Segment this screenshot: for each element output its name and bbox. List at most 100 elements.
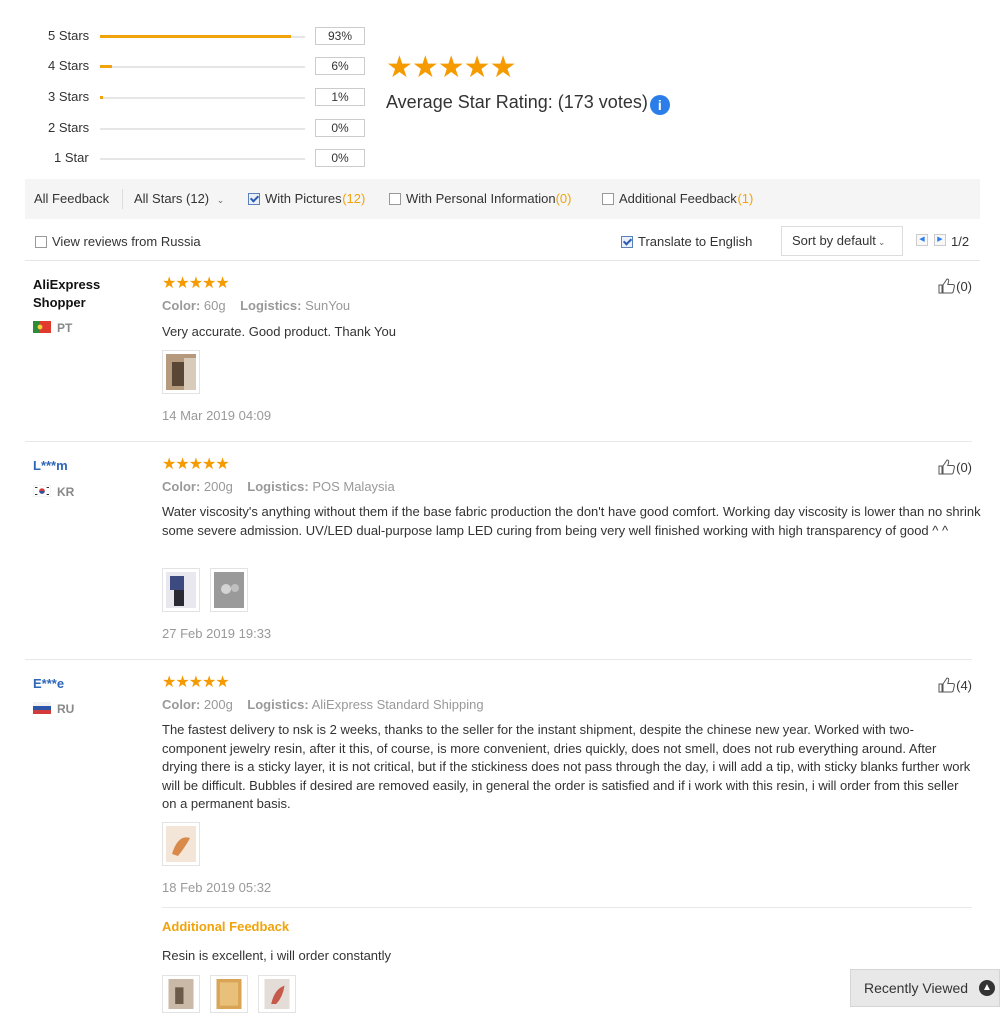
logistics-value: AliExpress Standard Shipping: [311, 697, 484, 712]
average-stars: ★★★★★: [386, 51, 516, 84]
view-russia-filter[interactable]: View reviews from Russia: [35, 234, 201, 249]
reviewer-country: RU: [33, 702, 74, 716]
country-code: KR: [57, 485, 75, 499]
histogram-fill: [100, 35, 291, 38]
translate-toggle[interactable]: Translate to English: [621, 234, 752, 249]
info-icon[interactable]: i: [649, 95, 670, 115]
view-russia-checkbox[interactable]: [35, 236, 47, 248]
histogram-label: 3 Stars: [48, 89, 90, 104]
personal-info-count: (0): [555, 191, 572, 206]
review-stars: ★★★★★: [162, 456, 230, 473]
histogram-row: 5 Stars 93%: [0, 26, 370, 46]
like-button[interactable]: (0): [938, 459, 972, 475]
like-button[interactable]: (0): [938, 278, 972, 294]
review-photo[interactable]: [162, 350, 200, 394]
review-date: 14 Mar 2019 04:09: [162, 408, 272, 423]
review-photo[interactable]: [162, 822, 200, 866]
review-photo[interactable]: [210, 568, 248, 612]
flag-kr-icon: [33, 485, 51, 497]
color-label: Color:: [162, 298, 201, 313]
translate-checkbox[interactable]: [621, 236, 633, 248]
review-stars: ★★★★★: [162, 674, 230, 691]
review-meta: Color: 60g Logistics: SunYou: [162, 298, 350, 313]
reviewer-country: PT: [33, 321, 72, 335]
review-date: 27 Feb 2019 19:33: [162, 626, 272, 641]
histogram-row: 2 Stars 0%: [0, 118, 370, 138]
sort-label: Sort by default: [792, 233, 876, 248]
translate-label: Translate to English: [638, 234, 753, 249]
histogram-percent: 1%: [315, 88, 365, 106]
with-pictures-label: With Pictures: [265, 191, 342, 206]
review-photo[interactable]: [162, 568, 200, 612]
like-count: (4): [956, 678, 972, 693]
histogram-label: 4 Stars: [48, 58, 90, 73]
star-filter-dropdown[interactable]: All Stars (12) ⌄: [134, 191, 224, 206]
histogram-fill: [100, 65, 113, 68]
average-label: Average Star Rating:: [386, 92, 553, 112]
histogram-row: 3 Stars 1%: [0, 87, 370, 107]
reviewer-name[interactable]: E***e: [33, 675, 123, 693]
color-label: Color:: [162, 697, 201, 712]
additional-feedback-checkbox[interactable]: [602, 193, 614, 205]
personal-info-filter[interactable]: With Personal Information(0): [389, 191, 571, 206]
logistics-label: Logistics:: [247, 479, 309, 494]
country-code: RU: [57, 702, 75, 716]
average-rating: Average Star Rating: (173 votes) i: [386, 92, 670, 115]
review-item: L***m KR ★★★★★ Color: 200g Logistics: PO…: [25, 456, 981, 652]
thumbs-up-icon: [938, 278, 956, 294]
photo-thumbnail: [166, 354, 196, 390]
review-text: Water viscosity's anything without them …: [162, 504, 981, 538]
histogram-percent: 0%: [315, 149, 365, 167]
divider: [122, 189, 123, 209]
review-photo[interactable]: [162, 975, 200, 1013]
color-label: Color:: [162, 479, 201, 494]
chevron-down-icon: ⌄: [877, 237, 886, 247]
review-photo[interactable]: [258, 975, 296, 1013]
histogram-row: 4 Stars 6%: [0, 56, 370, 76]
flag-pt-icon: [33, 321, 51, 333]
histogram-percent: 93%: [315, 27, 365, 45]
logistics-value: SunYou: [305, 298, 351, 313]
histogram-label: 1 Star: [54, 150, 89, 165]
review-toolbar: View reviews from Russia Translate to En…: [25, 222, 980, 261]
additional-feedback-filter[interactable]: Additional Feedback (1): [602, 191, 753, 206]
with-pictures-checkbox[interactable]: [248, 193, 260, 205]
photo-thumbnail: [166, 572, 196, 608]
recently-viewed-label: Recently Viewed: [864, 980, 969, 996]
additional-feedback-text: Resin is excellent, i will order constan…: [162, 948, 392, 963]
with-pictures-filter[interactable]: With Pictures (12): [248, 191, 365, 206]
logistics-label: Logistics:: [247, 697, 309, 712]
thumbs-up-icon: [938, 459, 956, 475]
prev-page-icon[interactable]: ◀: [916, 234, 928, 246]
review-item: AliExpress Shopper PT ★★★★★ Color: 60g L…: [25, 276, 980, 426]
histogram-track: [100, 158, 305, 160]
divider: [162, 907, 972, 908]
personal-info-checkbox[interactable]: [389, 193, 401, 205]
reviewer-name[interactable]: L***m: [33, 457, 123, 475]
view-russia-label: View reviews from Russia: [52, 234, 201, 249]
histogram-fill: [100, 96, 104, 99]
like-button[interactable]: (4): [938, 677, 972, 693]
additional-feedback-title: Additional Feedback: [162, 919, 290, 934]
photo-thumbnail: [264, 979, 290, 1009]
like-count: (0): [956, 460, 972, 475]
histogram-row: 1 Star 0%: [0, 148, 370, 168]
logistics-value: POS Malaysia: [312, 479, 395, 494]
sort-dropdown[interactable]: Sort by default ⌄: [781, 226, 903, 256]
review-text: The fastest delivery to nsk is 2 weeks, …: [162, 722, 971, 811]
histogram-track: [100, 128, 305, 130]
review-photo[interactable]: [210, 975, 248, 1013]
country-code: PT: [57, 321, 73, 335]
recently-viewed-button[interactable]: Recently Viewed ▲: [850, 969, 1000, 1007]
review-meta: Color: 200g Logistics: POS Malaysia: [162, 479, 395, 494]
photo-thumbnail: [166, 826, 196, 862]
color-value: 60g: [203, 298, 226, 313]
with-pictures-count: (12): [342, 191, 366, 206]
thumbs-up-icon: [938, 677, 956, 693]
histogram-percent: 6%: [315, 57, 365, 75]
next-page-icon[interactable]: ▶: [934, 234, 946, 246]
review-text: Very accurate. Good product. Thank You: [162, 324, 396, 339]
all-feedback-tab[interactable]: All Feedback: [34, 191, 109, 206]
logistics-label: Logistics:: [240, 298, 302, 313]
histogram-label: 5 Stars: [48, 28, 90, 43]
